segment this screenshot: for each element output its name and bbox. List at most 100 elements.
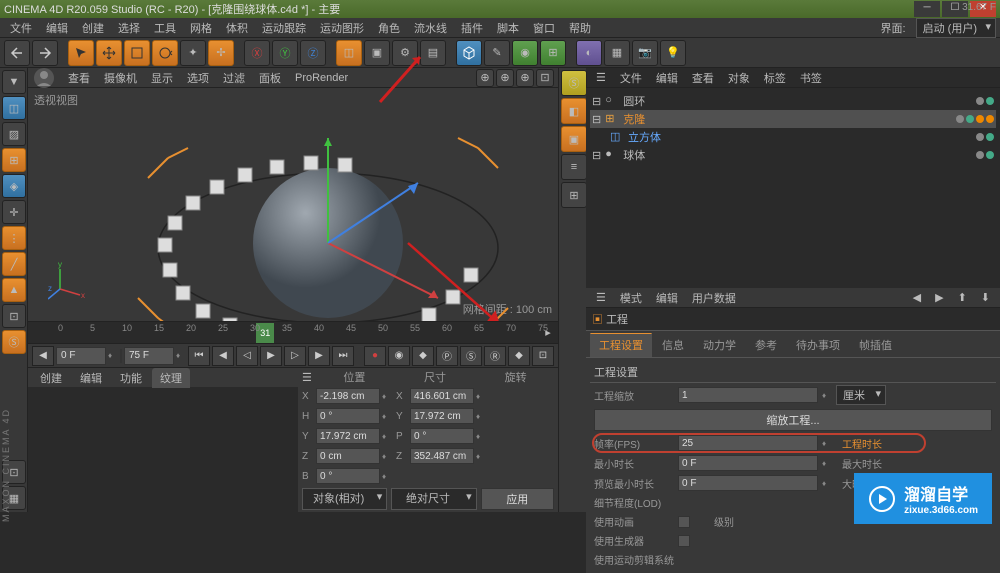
model-mode[interactable]: ◫ xyxy=(2,96,26,120)
om-object[interactable]: 对象 xyxy=(722,68,756,88)
tree-item-cube[interactable]: ◫ 立方体 xyxy=(590,128,996,146)
menu-character[interactable]: 角色 xyxy=(372,18,406,38)
om-file[interactable]: 文件 xyxy=(614,68,648,88)
key-param[interactable]: ◆ xyxy=(508,346,530,366)
menu-mograph[interactable]: 运动图形 xyxy=(314,18,370,38)
size-z[interactable] xyxy=(410,448,474,464)
min-time-field[interactable] xyxy=(678,455,818,471)
axis-mode[interactable]: ✛ xyxy=(2,200,26,224)
size-x[interactable] xyxy=(410,388,474,404)
step-back[interactable]: ◀ xyxy=(212,346,234,366)
am-userdata[interactable]: 用户数据 xyxy=(686,288,742,308)
autokey[interactable]: ◉ xyxy=(388,346,410,366)
z-axis-toggle[interactable]: Ⓩ xyxy=(300,40,326,66)
tree-item-cloner[interactable]: ⊟⊞ 克隆 xyxy=(590,110,996,128)
rec-key[interactable]: ● xyxy=(364,346,386,366)
am-edit[interactable]: 编辑 xyxy=(650,288,684,308)
minimize-button[interactable]: ─ xyxy=(914,1,940,17)
crosshair-tool[interactable]: ✢ xyxy=(208,40,234,66)
tab-interp[interactable]: 帧插值 xyxy=(850,333,901,357)
subdiv-surface[interactable]: ◉ xyxy=(512,40,538,66)
coord-system[interactable]: ◫ xyxy=(336,40,362,66)
menu-edit[interactable]: 编辑 xyxy=(40,18,74,38)
fps-field[interactable] xyxy=(678,435,818,451)
start-frame-field[interactable] xyxy=(56,347,106,365)
am-lock[interactable]: ⬇ xyxy=(975,289,996,306)
vp-nav-2[interactable]: ⊕ xyxy=(496,69,514,87)
rt-folder-icon[interactable]: ▣ xyxy=(561,126,587,152)
om-edit[interactable]: 编辑 xyxy=(650,68,684,88)
menu-select[interactable]: 选择 xyxy=(112,18,146,38)
end-frame-field[interactable] xyxy=(124,347,174,365)
workplane-mode[interactable]: ⊞ xyxy=(2,148,26,172)
menu-help[interactable]: 帮助 xyxy=(563,18,597,38)
step-fwd[interactable]: ▶ xyxy=(308,346,330,366)
tab-dynamics[interactable]: 动力学 xyxy=(694,333,745,357)
polygon-mode[interactable]: ▲ xyxy=(2,278,26,302)
rotate-tool[interactable] xyxy=(152,40,178,66)
menu-file[interactable]: 文件 xyxy=(4,18,38,38)
render-queue[interactable]: ▤ xyxy=(420,40,446,66)
pos-x[interactable] xyxy=(316,388,380,404)
pos-z[interactable] xyxy=(316,448,380,464)
key-sel[interactable]: ◆ xyxy=(412,346,434,366)
object-mode[interactable]: ◈ xyxy=(2,174,26,198)
make-editable[interactable]: ▼ xyxy=(2,70,26,94)
am-mode[interactable]: 模式 xyxy=(614,288,648,308)
tree-item-sphere[interactable]: ⊟● 球体 xyxy=(590,146,996,164)
size-y[interactable] xyxy=(316,428,380,444)
vp-nav-3[interactable]: ⊕ xyxy=(516,69,534,87)
vp-nav-1[interactable]: ⊕ xyxy=(476,69,494,87)
rot-b[interactable] xyxy=(316,468,380,484)
y-axis-toggle[interactable]: Ⓨ xyxy=(272,40,298,66)
rt-take-icon[interactable]: ◧ xyxy=(561,98,587,124)
rt-s-icon[interactable]: Ⓢ xyxy=(561,70,587,96)
key-pos[interactable]: Ⓟ xyxy=(436,346,458,366)
vp-menu-display[interactable]: 显示 xyxy=(145,68,179,88)
move-tool[interactable] xyxy=(96,40,122,66)
key-scale[interactable]: Ⓢ xyxy=(460,346,482,366)
render-settings[interactable]: ⚙ xyxy=(392,40,418,66)
viewport-3d[interactable]: 透视视图 网格间距 : 100 cm xyxy=(28,88,558,321)
menu-script[interactable]: 脚本 xyxy=(491,18,525,38)
scale-project-btn[interactable]: 缩放工程... xyxy=(594,409,992,431)
prev-frame[interactable]: ◁ xyxy=(236,346,258,366)
snap-toggle[interactable]: ⊡ xyxy=(2,304,26,328)
menu-mesh[interactable]: 网格 xyxy=(184,18,218,38)
rot-h[interactable] xyxy=(316,408,380,424)
object-tree[interactable]: ⊟○ 圆环 ⊟⊞ 克隆 ◫ 立方体 ⊟● 球体 xyxy=(586,88,1000,288)
tab-info[interactable]: 信息 xyxy=(653,333,693,357)
preview-min-field[interactable] xyxy=(678,475,818,491)
tab-function[interactable]: 功能 xyxy=(112,368,150,388)
undo-button[interactable] xyxy=(4,40,30,66)
goto-end[interactable]: ⏭ xyxy=(332,346,354,366)
scale-field[interactable] xyxy=(678,387,818,403)
edge-mode[interactable]: ╱ xyxy=(2,252,26,276)
x-axis-toggle[interactable]: Ⓧ xyxy=(244,40,270,66)
layout-dropdown[interactable]: 启动 (用户) xyxy=(916,18,996,38)
timeline-ruler[interactable]: 31 051015202530354045505560657075 xyxy=(58,323,538,343)
select-tool[interactable] xyxy=(68,40,94,66)
goto-start-alt[interactable]: ◀ xyxy=(32,346,54,366)
material-manager[interactable] xyxy=(28,387,298,457)
use-anim-checkbox[interactable] xyxy=(678,516,690,528)
vp-nav-4[interactable]: ⊡ xyxy=(536,69,554,87)
vp-menu-prorender[interactable]: ProRender xyxy=(289,70,354,86)
om-tags[interactable]: 标签 xyxy=(758,68,792,88)
am-nav-back[interactable]: ◀ xyxy=(907,289,927,306)
cube-primitive[interactable] xyxy=(456,40,482,66)
vp-menu-camera[interactable]: 摄像机 xyxy=(98,68,143,88)
key-pla[interactable]: ⊡ xyxy=(532,346,554,366)
menu-window[interactable]: 窗口 xyxy=(527,18,561,38)
range-slider[interactable] xyxy=(120,349,122,363)
scale-tool[interactable] xyxy=(124,40,150,66)
vp-menu-options[interactable]: 选项 xyxy=(181,68,215,88)
om-view[interactable]: 查看 xyxy=(686,68,720,88)
tab-texture[interactable]: 纹理 xyxy=(152,368,190,388)
menu-motiontrack[interactable]: 运动跟踪 xyxy=(256,18,312,38)
am-nav-fwd[interactable]: ▶ xyxy=(929,289,949,306)
soft-select[interactable]: Ⓢ xyxy=(2,330,26,354)
am-nav-up[interactable]: ⬆ xyxy=(952,289,973,306)
array-button[interactable]: ⊞ xyxy=(540,40,566,66)
menu-pipeline[interactable]: 流水线 xyxy=(408,18,453,38)
